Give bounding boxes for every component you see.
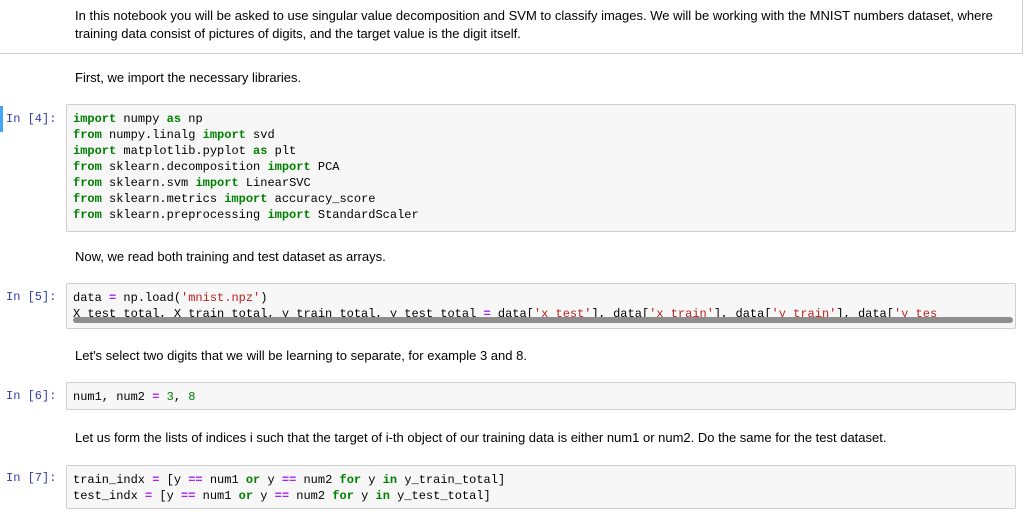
horizontal-scrollbar[interactable]	[73, 317, 1013, 323]
code-line: num1, num2 = 3, 8	[73, 389, 1009, 405]
code-token: numpy.linalg	[101, 128, 203, 142]
code-line: from sklearn.preprocessing import Standa…	[73, 207, 1009, 223]
code-token: for	[332, 489, 354, 503]
code-token: or	[238, 489, 254, 503]
code-line: test_indx = [y == num1 or y == num2 for …	[73, 488, 1009, 504]
code-token: y	[253, 489, 275, 503]
intro-text: In this notebook you will be asked to us…	[75, 8, 993, 41]
code-line: train_indx = [y == num1 or y == num2 for…	[73, 472, 1009, 488]
code-line: import matplotlib.pyplot as plt	[73, 143, 1009, 159]
load-text: Now, we read both training and test data…	[75, 249, 386, 264]
code-line: import numpy as np	[73, 111, 1009, 127]
code-token: from	[73, 192, 102, 206]
code-token: from	[73, 176, 102, 190]
selected-cell-indicator	[0, 106, 3, 132]
code-token: y	[260, 473, 282, 487]
code-token: in	[375, 489, 390, 503]
code-token: 3	[166, 390, 174, 404]
code-token: from	[73, 128, 102, 142]
markdown-cell-load[interactable]: Now, we read both training and test data…	[75, 248, 386, 265]
imports-text: First, we import the necessary libraries…	[75, 70, 302, 85]
code-token: num1	[202, 473, 246, 487]
markdown-cell-indices[interactable]: Let us form the lists of indices i such …	[75, 429, 886, 446]
markdown-cell-intro[interactable]: In this notebook you will be asked to us…	[0, 0, 1023, 54]
markdown-cell-select[interactable]: Let's select two digits that we will be …	[75, 347, 527, 364]
code-token: import	[73, 144, 117, 158]
select-text: Let's select two digits that we will be …	[75, 348, 527, 363]
code-token: [y	[159, 473, 189, 487]
code-token: StandardScaler	[310, 208, 419, 222]
code-token: import	[224, 192, 268, 206]
code-line: data = np.load('mnist.npz')	[73, 290, 1009, 306]
code-token: y_test_total]	[389, 489, 491, 503]
indices-text: Let us form the lists of indices i such …	[75, 430, 887, 445]
code-line: from sklearn.decomposition import PCA	[73, 159, 1009, 175]
code-token: PCA	[310, 160, 340, 174]
code-token: test_indx	[73, 489, 146, 503]
code-token: np	[181, 112, 203, 126]
code-token: import	[267, 208, 311, 222]
code-token: or	[245, 473, 261, 487]
cell-prompt: In [4]:	[6, 112, 57, 126]
code-token: from	[73, 208, 102, 222]
code-line: from sklearn.metrics import accuracy_sco…	[73, 191, 1009, 207]
code-token: in	[382, 473, 398, 487]
code-token: import	[202, 128, 246, 142]
code-token: num1, num2	[73, 390, 153, 404]
code-token: data	[73, 291, 110, 305]
code-token: num1	[195, 489, 239, 503]
code-line: from numpy.linalg import svd	[73, 127, 1009, 143]
code-token: )	[260, 291, 268, 305]
code-token: numpy	[116, 112, 167, 126]
cell-prompt: In [7]:	[6, 471, 57, 485]
code-token: import	[267, 160, 311, 174]
code-token: num2	[296, 473, 340, 487]
code-token: LinearSVC	[238, 176, 311, 190]
code-cell-indices[interactable]: train_indx = [y == num1 or y == num2 for…	[66, 465, 1016, 509]
code-token: sklearn.decomposition	[101, 160, 268, 174]
code-token: y	[361, 473, 383, 487]
code-cell-imports[interactable]: import numpy as np from numpy.linalg impo…	[66, 104, 1016, 232]
code-token: for	[339, 473, 362, 487]
cell-prompt: In [6]:	[6, 389, 57, 403]
code-token: 'mnist.npz'	[181, 291, 261, 305]
code-token: ==	[188, 473, 203, 487]
code-token: ,	[173, 390, 189, 404]
code-token: matplotlib.pyplot	[116, 144, 254, 158]
cell-prompt: In [5]:	[6, 290, 57, 304]
code-token: import	[195, 176, 239, 190]
code-token: import	[73, 112, 117, 126]
code-token: num2	[289, 489, 333, 503]
code-cell-digits[interactable]: num1, num2 = 3, 8	[66, 382, 1016, 410]
code-token: y	[353, 489, 376, 503]
code-token: svd	[245, 128, 275, 142]
code-token: ==	[274, 489, 290, 503]
code-token: accuracy_score	[267, 192, 376, 206]
code-token: 8	[188, 390, 196, 404]
code-token: train_indx	[73, 473, 153, 487]
code-token: ==	[181, 489, 196, 503]
code-token: from	[73, 160, 102, 174]
code-token: ==	[281, 473, 297, 487]
code-token: plt	[267, 144, 297, 158]
code-token: np.load(	[116, 291, 182, 305]
code-token: as	[253, 144, 268, 158]
code-token: [y	[152, 489, 182, 503]
markdown-cell-imports[interactable]: First, we import the necessary libraries…	[75, 69, 301, 86]
code-line: from sklearn.svm import LinearSVC	[73, 175, 1009, 191]
code-token: sklearn.metrics	[101, 192, 225, 206]
code-token: as	[166, 112, 182, 126]
code-token: sklearn.preprocessing	[101, 208, 268, 222]
code-token: y_train_total]	[397, 473, 506, 487]
code-token: sklearn.svm	[101, 176, 196, 190]
